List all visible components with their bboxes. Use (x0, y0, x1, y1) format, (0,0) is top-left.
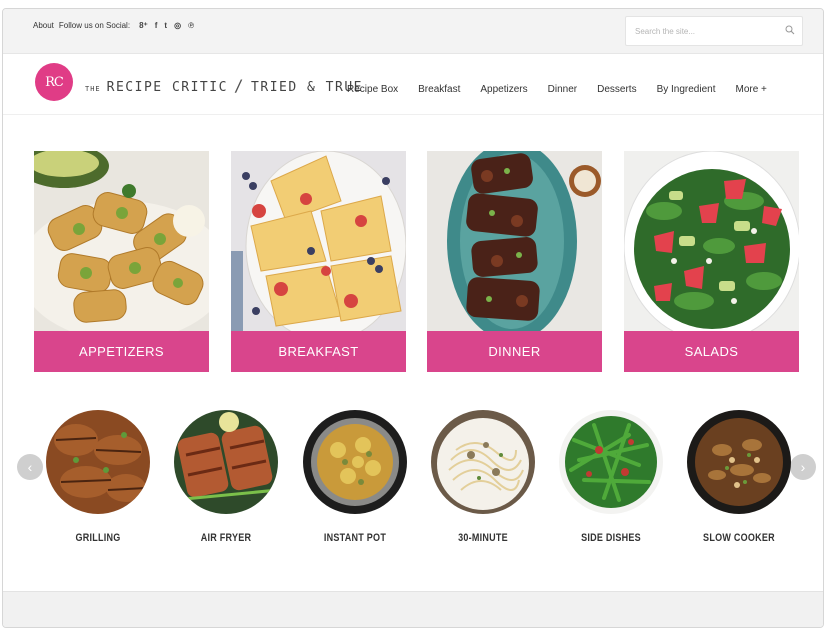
30-minute-photo (431, 410, 535, 514)
site-header: RC THE RECIPE CRITIC / TRIED & TRUE Recipe … (3, 54, 823, 115)
breakfast-photo (231, 151, 406, 331)
collection-label: SIDE DISHES (581, 532, 641, 544)
category-label: DINNER (427, 331, 602, 372)
logo-icon[interactable]: RC (35, 63, 73, 101)
dinner-photo (427, 151, 602, 331)
brand-slash: / (233, 76, 246, 95)
search-icon[interactable] (785, 25, 795, 35)
follow-label: Follow us on Social: (58, 21, 131, 30)
utility-links: About Follow us on Social: 8⁺ f t ◎ ℗ (33, 21, 194, 30)
nav-more[interactable]: More + (736, 84, 767, 95)
nav-desserts[interactable]: Desserts (597, 84, 636, 95)
footer-strip (3, 591, 823, 627)
facebook-icon[interactable]: f (155, 21, 158, 30)
browser-frame: About Follow us on Social: 8⁺ f t ◎ ℗ RC… (2, 8, 824, 628)
chevron-right-icon: › (800, 459, 806, 475)
air-fryer-photo (174, 410, 278, 514)
category-card-appetizers[interactable]: APPETIZERS (34, 151, 209, 372)
about-link[interactable]: About (33, 21, 54, 30)
nav-recipe-box[interactable]: Recipe Box (347, 84, 398, 95)
category-card-breakfast[interactable]: BREAKFAST (231, 151, 406, 372)
side-dishes-photo (559, 410, 663, 514)
appetizers-photo (34, 151, 209, 331)
search-input[interactable] (626, 17, 777, 45)
chevron-left-icon: ‹ (27, 459, 33, 475)
instant-pot-photo (303, 410, 407, 514)
nav-breakfast[interactable]: Breakfast (418, 84, 460, 95)
collection-label: 30-MINUTE (458, 532, 508, 544)
googleplus-icon[interactable]: 8⁺ (139, 21, 148, 30)
social-icons: 8⁺ f t ◎ ℗ (139, 21, 194, 30)
pinterest-icon[interactable]: ℗ (188, 21, 194, 30)
collection-30-minute[interactable]: 30-MINUTE (428, 410, 538, 544)
logo-text: RC (45, 74, 64, 90)
collection-label: GRILLING (75, 532, 121, 544)
brand-name: RECIPE CRITIC (106, 80, 228, 95)
category-label: BREAKFAST (231, 331, 406, 372)
main-nav: Recipe Box Breakfast Appetizers Dinner D… (347, 84, 767, 95)
category-label: SALADS (624, 331, 799, 372)
collection-label: INSTANT POT (323, 532, 387, 544)
collection-instant-pot[interactable]: INSTANT POT (300, 410, 410, 544)
nav-appetizers[interactable]: Appetizers (480, 84, 527, 95)
nav-by-ingredient[interactable]: By Ingredient (657, 84, 716, 95)
collection-air-fryer[interactable]: AIR FRYER (171, 410, 281, 544)
top-utility-bar: About Follow us on Social: 8⁺ f t ◎ ℗ (3, 9, 823, 54)
brand-the: THE (85, 85, 101, 93)
collection-side-dishes[interactable]: SIDE DISHES (556, 410, 666, 544)
category-card-dinner[interactable]: DINNER (427, 151, 602, 372)
instagram-icon[interactable]: ◎ (174, 21, 181, 30)
collection-grilling[interactable]: GRILLING (43, 410, 153, 544)
collection-label: SLOW COOKER (703, 532, 775, 544)
salads-photo (624, 151, 799, 331)
brand-wordmark[interactable]: THE RECIPE CRITIC / TRIED & TRUE (85, 76, 363, 95)
slow-cooker-photo (687, 410, 791, 514)
grilling-photo (46, 410, 150, 514)
nav-dinner[interactable]: Dinner (548, 84, 577, 95)
search-box (625, 16, 803, 46)
carousel-prev-button[interactable]: ‹ (17, 454, 43, 480)
category-card-salads[interactable]: SALADS (624, 151, 799, 372)
category-label: APPETIZERS (34, 331, 209, 372)
collection-label: AIR FRYER (200, 532, 252, 544)
collection-slow-cooker[interactable]: SLOW COOKER (684, 410, 794, 544)
twitter-icon[interactable]: t (164, 21, 167, 30)
